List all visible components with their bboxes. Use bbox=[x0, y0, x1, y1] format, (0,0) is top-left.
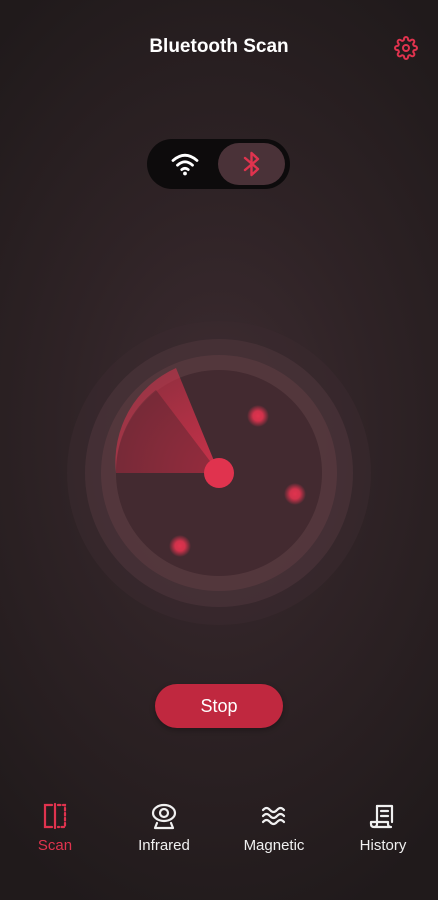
tab-label: History bbox=[359, 837, 407, 854]
scan-mode-toggle bbox=[147, 139, 290, 189]
device-blip bbox=[247, 405, 269, 427]
scan-icon bbox=[43, 802, 67, 830]
waves-icon bbox=[261, 806, 286, 826]
page-title: Bluetooth Scan bbox=[149, 36, 289, 57]
camera-icon bbox=[151, 803, 177, 830]
tab-label: Infrared bbox=[138, 837, 190, 854]
tab-label: Scan bbox=[37, 837, 73, 854]
radar-center-dot bbox=[204, 458, 234, 488]
bluetooth-icon bbox=[243, 151, 259, 177]
tab-history[interactable]: History bbox=[338, 800, 428, 860]
tab-infrared[interactable]: Infrared bbox=[119, 800, 209, 860]
wifi-toggle-option[interactable] bbox=[151, 143, 219, 185]
device-blip bbox=[169, 535, 191, 557]
stop-button[interactable]: Stop bbox=[155, 684, 283, 728]
device-blip bbox=[284, 483, 306, 505]
wifi-icon bbox=[171, 153, 199, 176]
settings-button[interactable] bbox=[393, 35, 419, 61]
bluetooth-toggle-option[interactable] bbox=[218, 143, 285, 185]
tab-magnetic[interactable]: Magnetic bbox=[229, 800, 319, 860]
bottom-tab-bar: Scan Infrared Magnetic History bbox=[0, 800, 438, 870]
tab-scan[interactable]: Scan bbox=[10, 800, 100, 860]
tab-label: Magnetic bbox=[243, 837, 305, 854]
gear-icon bbox=[394, 36, 418, 60]
receipt-icon bbox=[369, 804, 394, 829]
radar-display bbox=[67, 321, 371, 625]
